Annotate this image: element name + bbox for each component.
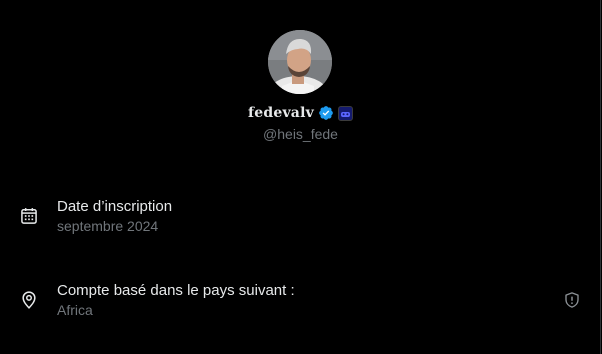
affiliate-badge-icon[interactable] [337,105,353,121]
about-account-panel: fedevalv @heis_fede Date d’inscription s… [0,0,601,354]
account-country-value: Africa [57,302,93,318]
display-name: fedevalv [248,105,314,121]
location-pin-icon [22,291,36,309]
joined-date-value: septembre 2024 [57,218,159,234]
display-name-row: fedevalv [0,103,601,123]
account-country-label: Compte basé dans le pays suivant : [57,282,295,299]
avatar-photo [268,30,332,94]
shield-icon[interactable] [563,291,581,309]
joined-date-row: Date d’inscription septembre 2024 [0,198,601,242]
calendar-icon [21,208,37,224]
account-country-row: Compte basé dans le pays suivant : Afric… [0,282,601,326]
avatar[interactable] [268,30,332,94]
verified-badge-icon[interactable] [318,105,334,121]
affiliate-logo-icon [340,111,350,117]
user-handle: @heis_fede [263,126,338,142]
joined-date-label: Date d’inscription [57,198,173,215]
